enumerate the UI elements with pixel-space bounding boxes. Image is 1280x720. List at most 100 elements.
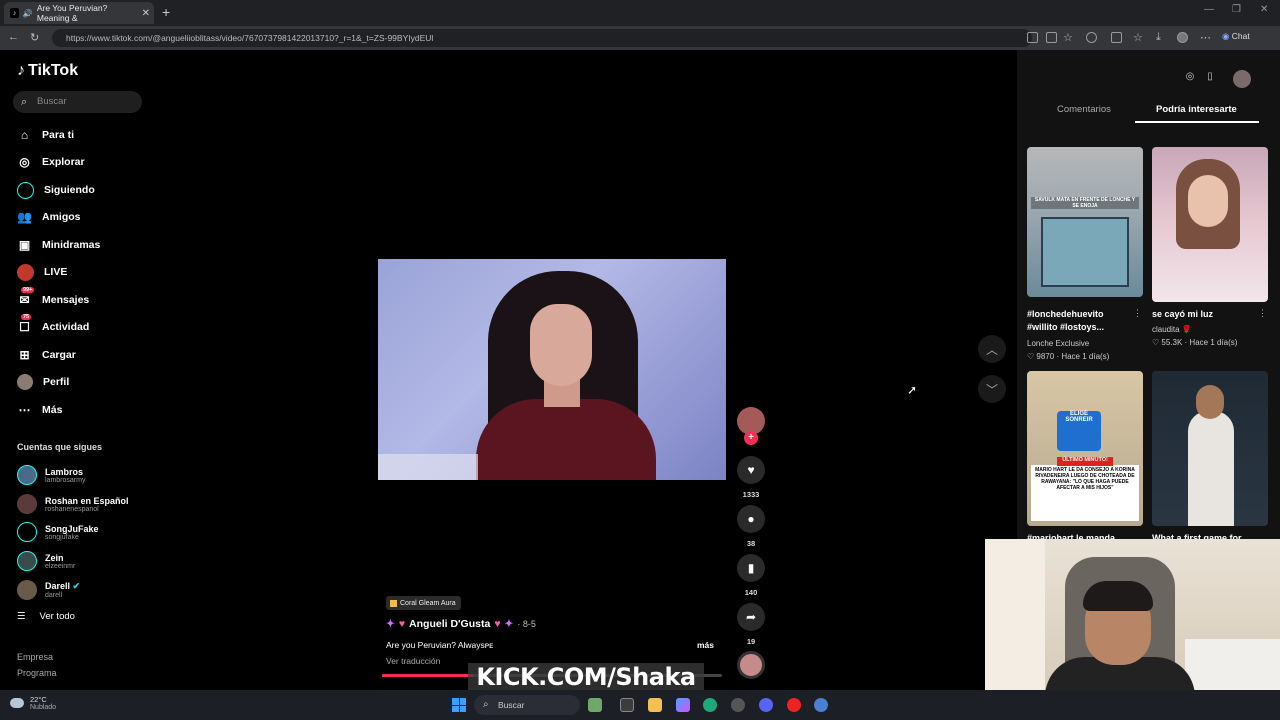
weather-widget[interactable]: 22°C Nublado: [10, 695, 56, 711]
file-explorer-icon[interactable]: [648, 698, 662, 712]
minimize-icon[interactable]: —: [1204, 4, 1214, 15]
search-placeholder: Buscar: [37, 96, 67, 107]
search-input[interactable]: ⌕ Buscar: [13, 91, 142, 113]
heart-icon[interactable]: ♥: [737, 456, 765, 484]
player-head: [1196, 385, 1224, 419]
nav-item-para-ti[interactable]: ⌂ Para ti: [17, 125, 74, 145]
following-account[interactable]: Darell ✔ darell: [17, 578, 80, 602]
windows-taskbar: [0, 690, 1280, 720]
nav-item-explorar[interactable]: ◎ Explorar: [17, 152, 85, 172]
taskbar-app-icon[interactable]: [588, 698, 602, 712]
reload-icon[interactable]: ↻: [30, 31, 39, 44]
back-icon[interactable]: ←: [8, 31, 19, 43]
footer-link-programa[interactable]: Programa: [17, 668, 57, 678]
effect-tag[interactable]: Coral Gleam Aura: [386, 596, 461, 610]
progress-fill: [382, 674, 474, 677]
card-author[interactable]: Lonche Exclusive: [1027, 339, 1089, 348]
suggested-video-thumbnail[interactable]: SAVULK MATA EN FRENTE DE LONCHE Y SE ENO…: [1027, 147, 1143, 297]
follow-plus-button[interactable]: +: [744, 431, 758, 445]
new-tab-button[interactable]: +: [162, 4, 170, 20]
copilot-chat-button[interactable]: ◉ Chat: [1222, 31, 1250, 42]
video-frame-body: [476, 399, 656, 480]
save-action[interactable]: ▮ 140: [737, 554, 765, 597]
logo-text: TikTok: [28, 62, 79, 79]
share-action[interactable]: ➦ 19: [737, 603, 765, 646]
taskbar-search[interactable]: ⌕ Buscar: [474, 695, 580, 715]
tab-suggested[interactable]: Podría interesarte: [1156, 104, 1237, 115]
phone-icon[interactable]: ▯: [1203, 71, 1217, 85]
favorite-star-icon[interactable]: ☆: [1063, 31, 1073, 44]
suggested-video-thumbnail[interactable]: [1152, 147, 1268, 302]
nav-item-mensajes[interactable]: ✉ 99+ Mensajes: [17, 286, 89, 310]
tab-close-icon[interactable]: ✕: [142, 8, 150, 19]
copilot-app-icon[interactable]: [676, 698, 690, 712]
more-button[interactable]: más: [697, 640, 714, 650]
nav-item-siguiendo[interactable]: Siguiendo: [17, 180, 95, 200]
url-field[interactable]: https://www.tiktok.com/@angueliioblitass…: [52, 29, 1032, 47]
tiktok-logo[interactable]: ♪ TikTok: [17, 62, 78, 80]
refresh-extension-icon[interactable]: [1086, 32, 1097, 43]
nav-item-perfil[interactable]: Perfil: [17, 372, 69, 392]
browser-tab[interactable]: ♪ 🔊 Are You Peruvian? Meaning & ✕: [4, 2, 154, 24]
following-account[interactable]: Roshan en Español roshanenespanol: [17, 492, 129, 516]
previous-video-button[interactable]: ︿: [978, 335, 1006, 363]
windows-start-icon[interactable]: [452, 698, 466, 712]
home-icon: ⌂: [20, 128, 29, 142]
webcam-sofa: [1185, 639, 1280, 690]
cloud-icon: [10, 698, 24, 708]
card-author[interactable]: claudita 🌹: [1152, 325, 1192, 334]
taskbar-app-icon[interactable]: [731, 698, 745, 712]
tab-comments[interactable]: Comentarios: [1057, 104, 1111, 115]
suggested-video-thumbnail[interactable]: ELIGE SONREIR MARIO HART LE DA CONSEJO A…: [1027, 371, 1143, 526]
nav-item-minidramas[interactable]: ▣ Minidramas: [17, 235, 101, 255]
card-title[interactable]: #lonchedehuevito #willito #lostoys...: [1027, 308, 1133, 334]
bookmark-icon[interactable]: ▮: [737, 554, 765, 582]
edge-browser-icon[interactable]: [703, 698, 717, 712]
friends-icon: 👥: [17, 210, 32, 224]
see-all-button[interactable]: ☰ Ver todo: [17, 611, 75, 622]
footer-link-empresa[interactable]: Empresa: [17, 652, 53, 662]
share-count: 19: [746, 637, 756, 646]
profile-icon: [17, 374, 33, 390]
taskbar-app-icon[interactable]: [787, 698, 801, 712]
nav-item-live[interactable]: LIVE: [17, 262, 67, 282]
music-disc[interactable]: [737, 651, 765, 679]
task-view-icon[interactable]: [620, 698, 634, 712]
following-account[interactable]: Lambros lambrosarmy: [17, 463, 85, 487]
nav-item-mas[interactable]: ⋯ Más: [17, 400, 63, 420]
maximize-icon[interactable]: ❐: [1232, 4, 1241, 15]
card-options-icon[interactable]: ⋮: [1133, 308, 1142, 319]
user-avatar[interactable]: [1233, 70, 1251, 88]
download-icon[interactable]: ⤓: [1156, 31, 1161, 44]
webcam-door: [985, 539, 1045, 690]
following-account[interactable]: SongJuFake songjufake: [17, 520, 99, 544]
sparkle-hearts-icon: ✦: [504, 618, 514, 630]
favorites-icon[interactable]: ☆: [1133, 31, 1143, 44]
close-window-icon[interactable]: ✕: [1260, 4, 1268, 15]
compass-icon[interactable]: ◎: [1183, 71, 1197, 85]
comment-icon[interactable]: ●: [737, 505, 765, 533]
discord-icon[interactable]: [759, 698, 773, 712]
card-options-icon[interactable]: ⋮: [1258, 308, 1267, 319]
taskbar-app-icon[interactable]: [814, 698, 828, 712]
card-title[interactable]: se cayó mi luz: [1152, 308, 1258, 321]
like-action[interactable]: ♥ 1333: [737, 456, 765, 499]
translate-button[interactable]: Ver traducción: [386, 656, 440, 666]
next-video-button[interactable]: ﹀: [978, 375, 1006, 403]
share-icon[interactable]: ➦: [737, 603, 765, 631]
menu-dots-icon[interactable]: ⋯: [1200, 31, 1211, 44]
nav-item-cargar[interactable]: ⊞ Cargar: [17, 345, 75, 365]
nav-item-actividad[interactable]: ☐ 75 Actividad: [17, 313, 89, 337]
translate-icon[interactable]: [1046, 32, 1057, 43]
extension-icon[interactable]: [1111, 32, 1122, 43]
profile-avatar-icon[interactable]: [1177, 32, 1188, 43]
comment-action[interactable]: ● 38: [737, 505, 765, 548]
game-scene: [1041, 217, 1129, 287]
nav-label: Explorar: [42, 156, 85, 168]
following-account[interactable]: Zein elzeeinmr: [17, 549, 75, 573]
video-author-line[interactable]: ✦ ♥ Angueli D'Gusta ♥ ✦ · 8-5: [386, 618, 536, 630]
apps-icon[interactable]: [1027, 32, 1038, 43]
nav-item-amigos[interactable]: 👥 Amigos: [17, 207, 81, 227]
video-player[interactable]: [378, 259, 726, 480]
suggested-video-thumbnail[interactable]: [1152, 371, 1268, 526]
